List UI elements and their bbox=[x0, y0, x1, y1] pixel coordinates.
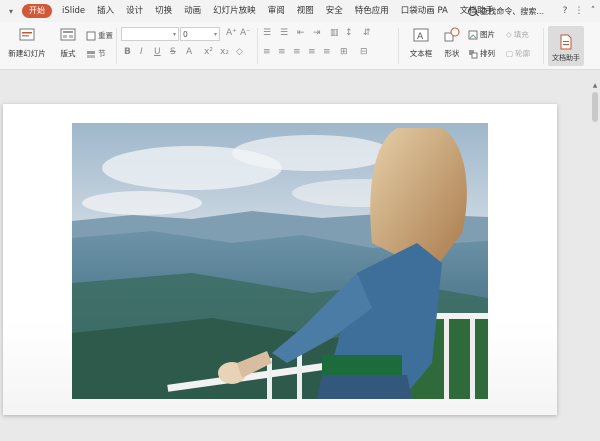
tab-islide[interactable]: iSlide bbox=[56, 0, 91, 22]
arrange-label: 排列 bbox=[480, 49, 495, 58]
align-center-icon[interactable]: ≡ bbox=[278, 47, 286, 57]
outline-icon: ▢ bbox=[506, 49, 514, 58]
fill-button[interactable]: ◇ 填充 bbox=[506, 29, 529, 40]
picture-label: 图片 bbox=[480, 30, 495, 39]
tab-animations[interactable]: 动画 bbox=[178, 0, 207, 22]
italic-icon[interactable]: I bbox=[140, 47, 143, 57]
shrink-font-icon[interactable]: A⁻ bbox=[240, 28, 251, 38]
scroll-thumb[interactable] bbox=[592, 92, 598, 122]
reset-icon bbox=[86, 31, 96, 40]
ribbon-separator bbox=[543, 28, 544, 64]
distribute-icon[interactable]: ≡ bbox=[323, 47, 331, 57]
line-spacing-icon[interactable]: ↕ bbox=[345, 28, 353, 38]
fill-label: 填充 bbox=[513, 30, 529, 39]
tab-bar-right: 查找命令、搜索... ? ⋮ ˄ bbox=[468, 0, 600, 22]
arrange-icon bbox=[469, 49, 478, 58]
tab-home[interactable]: 开始 bbox=[22, 4, 52, 18]
search-icon bbox=[468, 6, 478, 16]
textbox-icon: A bbox=[413, 28, 429, 42]
section-button[interactable]: 节 bbox=[86, 48, 106, 59]
fill-icon: ◇ bbox=[506, 30, 512, 39]
section-icon bbox=[87, 50, 95, 58]
ribbon-separator bbox=[257, 28, 258, 64]
tab-insert[interactable]: 插入 bbox=[91, 0, 120, 22]
shapes-button[interactable]: 形状 bbox=[439, 27, 465, 59]
svg-text:A: A bbox=[417, 32, 424, 42]
section-label: 节 bbox=[98, 49, 106, 58]
picture-button[interactable]: 图片 bbox=[468, 29, 495, 40]
font-size-value: 0 bbox=[183, 29, 188, 39]
slide-workspace: ▲ bbox=[0, 70, 600, 441]
justify-icon[interactable]: ≡ bbox=[308, 47, 316, 57]
tab-design[interactable]: 设计 bbox=[120, 0, 149, 22]
bullets-icon[interactable]: ☰ bbox=[263, 28, 271, 38]
slide-canvas[interactable] bbox=[3, 104, 557, 415]
chevron-down-icon: ▾ bbox=[172, 30, 176, 38]
numbering-icon[interactable]: ☰ bbox=[280, 28, 288, 38]
ribbon-separator bbox=[398, 28, 399, 64]
underline-icon[interactable]: U bbox=[154, 47, 161, 57]
reset-label: 重置 bbox=[98, 31, 113, 40]
picture-icon bbox=[468, 30, 478, 39]
strikethrough-icon[interactable]: S bbox=[170, 47, 176, 57]
arrange-button[interactable]: 排列 bbox=[468, 48, 495, 59]
tab-transitions[interactable]: 切换 bbox=[149, 0, 178, 22]
font-color-icon[interactable]: A bbox=[186, 47, 192, 57]
superscript-icon[interactable]: x² bbox=[204, 47, 213, 57]
align-right-icon[interactable]: ≡ bbox=[293, 47, 301, 57]
help-icon[interactable]: ? bbox=[558, 0, 572, 22]
doc-assistant-button[interactable]: 文档助手 bbox=[548, 26, 584, 66]
bold-icon[interactable]: B bbox=[124, 47, 131, 57]
new-slide-icon bbox=[19, 28, 35, 41]
slide-photo[interactable] bbox=[72, 123, 488, 399]
doc-assistant-label: 文档助手 bbox=[552, 54, 580, 62]
text-direction-icon[interactable]: ⇵ bbox=[363, 28, 371, 38]
ribbon-separator bbox=[116, 28, 117, 64]
chevron-down-icon: ▾ bbox=[213, 30, 217, 38]
tab-review[interactable]: 审阅 bbox=[262, 0, 291, 22]
textbox-label: 文本框 bbox=[409, 49, 433, 58]
ribbon: 新建幻灯片 版式 重置 节 ▾ 0 ▾ A⁺ A⁻ B I U S A x² x… bbox=[0, 22, 600, 70]
textbox-button[interactable]: A 文本框 bbox=[405, 27, 437, 59]
document-icon bbox=[560, 34, 572, 50]
reset-button[interactable]: 重置 bbox=[86, 30, 113, 41]
subscript-icon[interactable]: x₂ bbox=[220, 47, 229, 57]
tab-security[interactable]: 安全 bbox=[320, 0, 349, 22]
woman-mountain-photo bbox=[72, 123, 488, 399]
new-slide-label: 新建幻灯片 bbox=[8, 49, 46, 58]
tab-pocket-animation[interactable]: 口袋动画 PA bbox=[395, 0, 454, 22]
font-size-select[interactable]: 0 ▾ bbox=[180, 27, 220, 41]
layout-label: 版式 bbox=[60, 49, 76, 58]
indent-decrease-icon[interactable]: ⇤ bbox=[297, 28, 305, 38]
search-label: 查找命令、搜索... bbox=[480, 6, 544, 16]
font-family-select[interactable]: ▾ bbox=[121, 27, 179, 41]
scroll-up-icon[interactable]: ▲ bbox=[591, 82, 599, 90]
tab-view[interactable]: 视图 bbox=[291, 0, 320, 22]
align-text-icon[interactable]: ⊞ bbox=[340, 47, 348, 57]
align-left-icon[interactable]: ≡ bbox=[263, 47, 271, 57]
clear-format-icon[interactable]: ◇ bbox=[236, 47, 243, 57]
layout-icon bbox=[60, 28, 76, 41]
new-slide-button[interactable]: 新建幻灯片 bbox=[6, 27, 48, 59]
tab-bar: ▾ 开始 iSlide 插入 设计 切换 动画 幻灯片放映 审阅 视图 安全 特… bbox=[0, 0, 600, 22]
outline-button[interactable]: ▢ 轮廓 bbox=[506, 48, 530, 59]
tab-features[interactable]: 特色应用 bbox=[349, 0, 395, 22]
collapse-icon[interactable]: ˄ bbox=[586, 0, 600, 22]
more-icon[interactable]: ⋮ bbox=[572, 0, 586, 22]
indent-increase-icon[interactable]: ⇥ bbox=[313, 28, 321, 38]
outline-label: 轮廓 bbox=[515, 49, 531, 58]
tab-slideshow[interactable]: 幻灯片放映 bbox=[207, 0, 262, 22]
layout-button[interactable]: 版式 bbox=[55, 27, 81, 59]
smartart-icon[interactable]: ⊟ bbox=[360, 47, 368, 57]
command-search[interactable]: 查找命令、搜索... bbox=[468, 6, 544, 17]
vertical-scrollbar[interactable]: ▲ bbox=[590, 82, 600, 432]
columns-icon[interactable]: ▥ bbox=[330, 28, 339, 38]
grow-font-icon[interactable]: A⁺ bbox=[226, 28, 237, 38]
shapes-label: 形状 bbox=[444, 49, 460, 58]
menu-chevron-icon[interactable]: ▾ bbox=[0, 0, 22, 22]
shapes-icon bbox=[444, 27, 460, 42]
